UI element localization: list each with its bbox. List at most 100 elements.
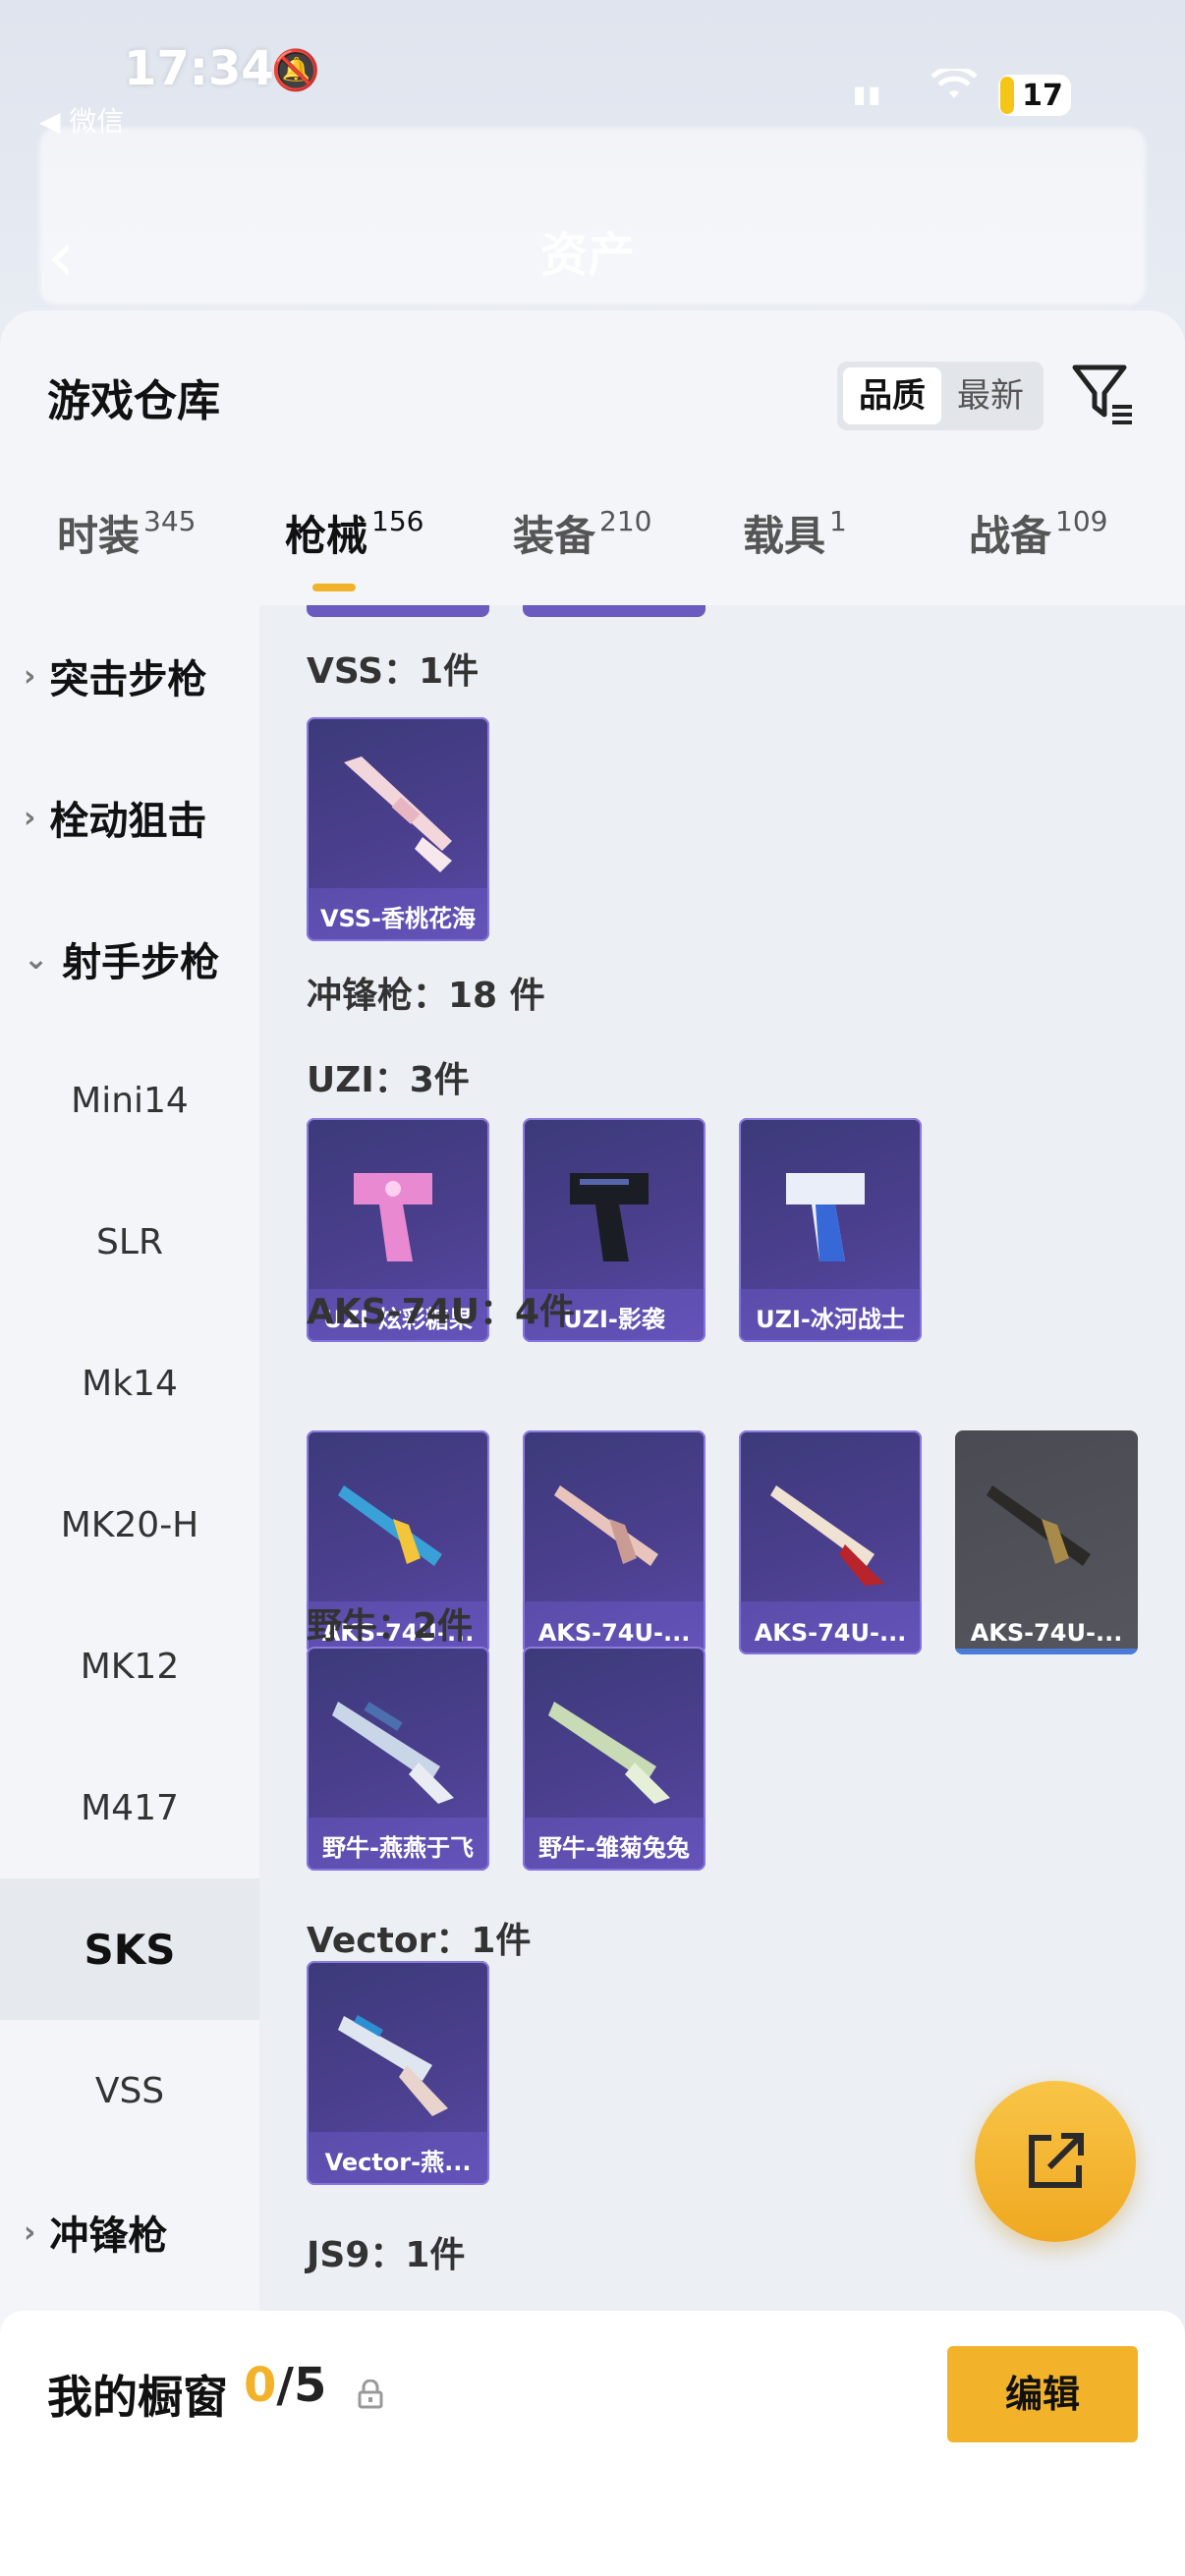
sidebar-group-assault-rifle[interactable]: › 突击步枪 <box>0 605 259 747</box>
sidebar-group-marksman-rifle[interactable]: ⌄ 射手步枪 <box>0 888 259 1030</box>
card-label: AKS-74U-... <box>754 1619 907 1647</box>
sidebar-item-mk14[interactable]: Mk14 <box>0 1313 259 1454</box>
mute-icon: 🔕 <box>271 48 320 93</box>
section-vss: VSS：1件 <box>307 651 480 692</box>
section-vector: Vector：1件 <box>307 1921 532 1961</box>
tab-label: 战备 <box>969 512 1052 560</box>
weapon-card[interactable]: AKS-74U-... <box>739 1430 922 1654</box>
section-js9: JS9：1件 <box>307 2235 466 2275</box>
sidebar-item-mk20h[interactable]: MK20-H <box>0 1454 259 1596</box>
sidebar-group-label: 突击步枪 <box>49 657 207 702</box>
tab-guns[interactable]: 枪械 156 <box>285 497 423 595</box>
sidebar-item-vss[interactable]: VSS <box>0 2020 259 2161</box>
sidebar-item-mk12[interactable]: MK12 <box>0 1596 259 1737</box>
tab-equipment[interactable]: 装备 210 <box>513 497 651 595</box>
aks74u-skin-icon <box>554 1485 658 1566</box>
card-label: 野牛-雏菊兔兔 <box>538 1834 690 1862</box>
aks74u-skin-icon <box>338 1485 442 1566</box>
section-uzi: UZI：3件 <box>307 1060 470 1100</box>
battery-icon: 17 <box>998 75 1071 116</box>
tab-count: 156 <box>371 505 424 537</box>
tab-count: 1 <box>829 505 847 537</box>
tab-count: 109 <box>1055 505 1108 537</box>
external-link-icon <box>1029 2133 1084 2188</box>
sidebar-item-mini14[interactable]: Mini14 <box>0 1030 259 1171</box>
tab-fashion[interactable]: 时装 345 <box>57 497 196 595</box>
uzi-skin-icon <box>354 1173 432 1261</box>
tab-vehicles[interactable]: 载具 1 <box>743 497 847 595</box>
weapon-type-sidebar: › 突击步枪 › 栓动狙击 ⌄ 射手步枪 Mini14 SLR Mk14 MK2… <box>0 605 259 2354</box>
sidebar-group-label: 射手步枪 <box>62 940 220 985</box>
back-arrow-icon: ‹ <box>47 216 75 297</box>
back-to-wechat[interactable]: ◀ 微信 <box>39 100 124 140</box>
showcase-bar: 我的橱窗 0/5 编辑 <box>0 2311 1185 2576</box>
status-time: 17:34 <box>124 41 274 96</box>
active-tab-indicator <box>312 584 356 591</box>
vss-skin-icon <box>344 756 452 872</box>
sort-quality-button[interactable]: 品质 <box>843 367 941 424</box>
battery-level <box>1000 77 1014 114</box>
background-title: 资产 <box>540 228 636 283</box>
sidebar-group-smg[interactable]: › 冲锋枪 <box>0 2161 259 2303</box>
tab-label: 载具 <box>743 512 826 560</box>
tab-count: 345 <box>143 505 197 537</box>
weapon-card[interactable]: Vector-燕... <box>307 1961 489 2185</box>
chevron-right-icon: › <box>24 800 36 835</box>
card-label: AKS-74U-... <box>970 1619 1123 1647</box>
card-label: AKS-74U-... <box>537 1619 691 1647</box>
aks74u-skin-icon <box>987 1485 1091 1566</box>
tab-supplies[interactable]: 战备 109 <box>969 497 1107 595</box>
tab-count: 210 <box>599 505 652 537</box>
edit-button[interactable]: 编辑 <box>947 2346 1138 2442</box>
sort-newest-button[interactable]: 最新 <box>941 367 1040 424</box>
card-label: VSS-香桃花海 <box>319 905 477 932</box>
sidebar-group-label: 栓动狙击 <box>49 799 207 844</box>
showcase-count: 0/5 <box>244 2358 326 2413</box>
warehouse-sheet: 游戏仓库 品质 最新 时装 345 枪械 156 装备 210 载具 1 战备 … <box>0 310 1185 2576</box>
card-label: UZI-冰河战士 <box>756 1306 905 1333</box>
weapon-card[interactable]: VSS-香桃花海 <box>307 717 489 941</box>
sidebar-group-label: 冲锋枪 <box>49 2213 168 2259</box>
previous-card-edge <box>307 605 489 617</box>
tab-label: 装备 <box>513 512 596 560</box>
signal-icon: ▮▮ <box>853 81 883 108</box>
showcase-current: 0 <box>244 2358 277 2413</box>
wifi-icon <box>931 69 978 98</box>
weapon-card[interactable]: AKS-74U-... <box>523 1430 705 1654</box>
aks74u-skin-icon <box>770 1485 884 1586</box>
tab-label: 枪械 <box>285 512 368 560</box>
card-label: 野牛-燕燕于飞 <box>322 1834 474 1862</box>
chevron-right-icon: › <box>24 2214 36 2250</box>
uzi-skin-icon <box>570 1173 649 1261</box>
vector-skin-icon <box>338 2015 448 2116</box>
lock-icon <box>358 2380 383 2409</box>
uzi-skin-icon <box>786 1173 865 1261</box>
share-button[interactable] <box>975 2081 1136 2242</box>
bizon-skin-icon <box>332 1702 454 1804</box>
weapon-card[interactable]: UZI-冰河战士 <box>739 1118 922 1342</box>
showcase-title: 我的橱窗 <box>47 2371 228 2424</box>
weapon-card[interactable]: 野牛-燕燕于飞 <box>307 1647 489 1871</box>
weapon-card[interactable]: 野牛-雏菊兔兔 <box>523 1647 705 1871</box>
section-smg: 冲锋枪：18 件 <box>307 976 545 1016</box>
category-tabs: 时装 345 枪械 156 装备 210 载具 1 战备 109 <box>0 497 1185 595</box>
previous-card-edge <box>523 605 705 617</box>
card-label: Vector-燕... <box>324 2149 472 2176</box>
battery-text: 17 <box>1022 79 1063 113</box>
filter-icon[interactable] <box>1071 362 1136 426</box>
sidebar-group-bolt-sniper[interactable]: › 栓动狙击 <box>0 747 259 888</box>
page-title: 游戏仓库 <box>47 376 220 426</box>
chevron-right-icon: › <box>24 658 36 694</box>
weapon-card[interactable]: AKS-74U-... <box>955 1430 1138 1654</box>
bizon-skin-icon <box>548 1702 670 1804</box>
background-header: 17:34 🔕 ◀ 微信 ▮▮ 17 ‹ 资产 <box>0 0 1185 324</box>
tab-label: 时装 <box>57 512 141 560</box>
sort-toggle: 品质 最新 <box>837 362 1044 430</box>
sidebar-item-m417[interactable]: M417 <box>0 1737 259 1878</box>
showcase-total: /5 <box>276 2358 327 2413</box>
chevron-down-icon: ⌄ <box>24 941 49 977</box>
section-aks74u: AKS-74U：4件 <box>307 1292 576 1332</box>
section-bizon: 野牛：2件 <box>307 1606 474 1647</box>
sidebar-item-sks[interactable]: SKS <box>0 1878 259 2020</box>
sidebar-item-slr[interactable]: SLR <box>0 1171 259 1313</box>
